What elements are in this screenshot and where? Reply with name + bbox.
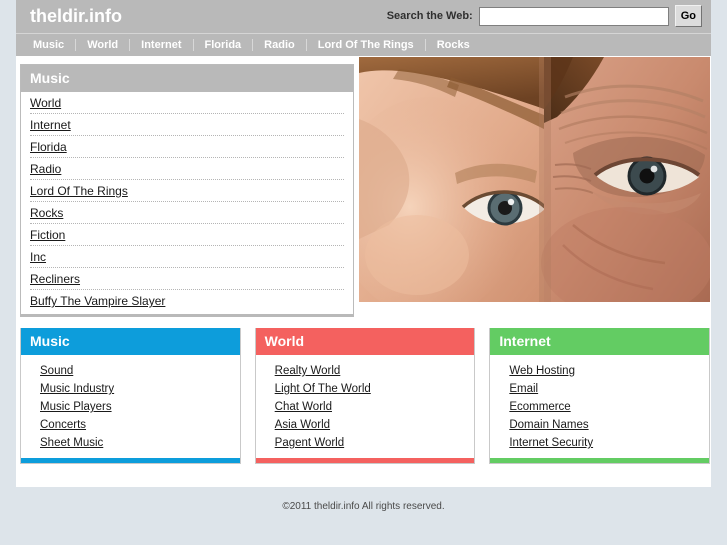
panel-row: Realty World — [256, 361, 475, 379]
panel-link-sheet-music[interactable]: Sheet Music — [40, 437, 103, 449]
search-input[interactable] — [478, 6, 669, 26]
category-link-internet[interactable]: Internet — [30, 118, 71, 132]
category-link-fiction[interactable]: Fiction — [30, 228, 65, 242]
main-content: Music World Internet Florida Radio Lord Of T… — [16, 56, 711, 464]
search-label: Search the Web: — [386, 10, 473, 22]
panel-link-domain-names[interactable]: Domain Names — [509, 419, 588, 431]
panel-link-concerts[interactable]: Concerts — [40, 419, 86, 431]
category-panel-title: Music — [21, 65, 353, 92]
category-link-inc[interactable]: Inc — [30, 250, 46, 264]
panel-link-ecommerce[interactable]: Ecommerce — [509, 401, 570, 413]
category-row: Lord Of The Rings — [30, 180, 344, 202]
category-panel: Music World Internet Florida Radio Lord Of T… — [20, 64, 354, 317]
main-navigation: Music World Internet Florida Radio Lord Of Th… — [16, 34, 711, 56]
panel-title: Internet — [490, 328, 710, 355]
nav-item-rocks[interactable]: Rocks — [426, 34, 481, 56]
category-row: World — [30, 92, 344, 114]
panel-world: World Realty World Light Of The World Chat … — [254, 328, 476, 464]
nav-item-radio[interactable]: Radio — [253, 34, 306, 56]
category-row: Internet — [30, 114, 344, 136]
nav-item-world[interactable]: World — [76, 34, 129, 56]
panel-row: Internet Security — [490, 433, 709, 451]
category-panels: Music Sound Music Industry Music Players Con… — [20, 328, 711, 464]
panel-internet: Internet Web Hosting Email Ecommerce Domain … — [489, 328, 711, 464]
category-row: Rocks — [30, 202, 344, 224]
panel-link-asia-world[interactable]: Asia World — [275, 419, 330, 431]
category-link-recliners[interactable]: Recliners — [30, 272, 80, 286]
panel-row: Music Players — [21, 397, 240, 415]
category-row: Florida — [30, 136, 344, 158]
site-footer: ©2011 theldir.info All rights reserved. — [0, 487, 727, 512]
panel-link-light-of-the-world[interactable]: Light Of The World — [275, 383, 371, 395]
category-link-list: World Internet Florida Radio Lord Of The Rin… — [21, 92, 353, 314]
panel-link-list: Web Hosting Email Ecommerce Domain Names Int… — [490, 355, 709, 458]
category-row: Buffy The Vampire Slayer — [30, 290, 344, 312]
panel-row: Sound — [21, 361, 240, 379]
site-header: theldir.info Search the Web: Go — [16, 0, 711, 34]
site-logo[interactable]: theldir.info — [30, 6, 122, 27]
panel-row: Domain Names — [490, 415, 709, 433]
category-link-radio[interactable]: Radio — [30, 162, 61, 176]
category-link-world[interactable]: World — [30, 96, 61, 110]
panel-link-internet-security[interactable]: Internet Security — [509, 437, 593, 449]
panel-accent-bar — [255, 458, 475, 463]
panel-link-pagent-world[interactable]: Pagent World — [275, 437, 344, 449]
nav-item-music[interactable]: Music — [22, 34, 75, 56]
panel-link-music-players[interactable]: Music Players — [40, 401, 112, 413]
panel-title: World — [255, 328, 475, 355]
panel-row: Web Hosting — [490, 361, 709, 379]
category-link-lord-of-the-rings[interactable]: Lord Of The Rings — [30, 184, 128, 198]
panel-link-realty-world[interactable]: Realty World — [275, 365, 341, 377]
panel-accent-bar — [490, 458, 710, 463]
category-row: Inc — [30, 246, 344, 268]
panel-music: Music Sound Music Industry Music Players Con… — [20, 328, 241, 464]
panel-row: Ecommerce — [490, 397, 709, 415]
category-link-buffy-the-vampire-slayer[interactable]: Buffy The Vampire Slayer — [30, 294, 165, 308]
panel-link-chat-world[interactable]: Chat World — [275, 401, 332, 413]
nav-item-lord-of-the-rings[interactable]: Lord Of The Rings — [307, 34, 425, 56]
panel-row: Sheet Music — [21, 433, 240, 451]
panel-row: Concerts — [21, 415, 240, 433]
panel-row: Music Industry — [21, 379, 240, 397]
panel-row: Asia World — [256, 415, 475, 433]
panel-accent-bar — [21, 458, 240, 463]
nav-item-florida[interactable]: Florida — [194, 34, 253, 56]
hero-image — [359, 57, 710, 302]
category-row: Recliners — [30, 268, 344, 290]
copyright-text: ©2011 theldir.info All rights reserved. — [282, 501, 445, 512]
category-link-rocks[interactable]: Rocks — [30, 206, 63, 220]
panel-link-sound[interactable]: Sound — [40, 365, 73, 377]
search-go-button[interactable]: Go — [674, 5, 702, 27]
panel-link-web-hosting[interactable]: Web Hosting — [509, 365, 575, 377]
category-link-florida[interactable]: Florida — [30, 140, 67, 154]
panel-link-list: Sound Music Industry Music Players Concerts… — [21, 355, 240, 458]
category-row: Fiction — [30, 224, 344, 246]
search-area: Search the Web: Go — [387, 5, 702, 27]
category-row: Radio — [30, 158, 344, 180]
panel-link-music-industry[interactable]: Music Industry — [40, 383, 114, 395]
page-container: theldir.info Search the Web: Go Music Wor… — [16, 0, 711, 487]
panel-link-list: Realty World Light Of The World Chat World… — [256, 355, 475, 458]
panel-row: Pagent World — [256, 433, 475, 451]
panel-row: Light Of The World — [256, 379, 475, 397]
panel-link-email[interactable]: Email — [509, 383, 538, 395]
nav-item-internet[interactable]: Internet — [130, 34, 192, 56]
panel-title: Music — [21, 328, 240, 355]
panel-row: Chat World — [256, 397, 475, 415]
panel-row: Email — [490, 379, 709, 397]
